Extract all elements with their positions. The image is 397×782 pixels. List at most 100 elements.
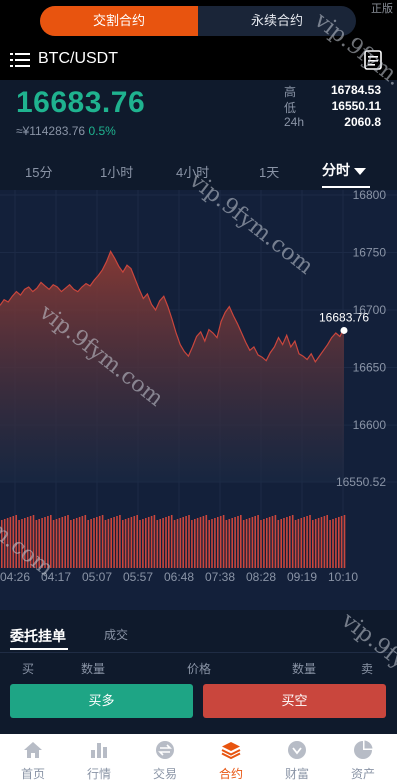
x-tick-label: 10:10 <box>328 570 358 584</box>
volume-bar <box>124 519 127 568</box>
volume-bar <box>297 519 300 568</box>
volume-bar <box>182 517 184 568</box>
volume-bar <box>228 519 231 568</box>
volume-bar <box>217 517 219 568</box>
buy-long-button[interactable]: 买多 <box>10 684 193 718</box>
last-price-dot <box>340 326 348 334</box>
x-tick-label: 05:07 <box>82 570 112 584</box>
y-tick-label: 16550.52 <box>336 475 386 489</box>
tab-interval-15m[interactable]: 15分 <box>25 162 52 181</box>
nav-wealth[interactable]: 财富 <box>264 734 330 782</box>
volume-bar <box>145 518 147 568</box>
tab-trades[interactable]: 成交 <box>104 626 128 643</box>
volume-bar <box>283 518 285 568</box>
volume-bar <box>113 517 115 568</box>
home-icon <box>24 742 42 758</box>
active-tab-indicator <box>322 186 370 188</box>
volume-bar <box>1 520 3 568</box>
high-value: 16784.53 <box>330 83 381 97</box>
tab-interval-1h[interactable]: 1小时 <box>100 162 133 181</box>
volume-bar <box>81 516 84 568</box>
y-tick-label: 16700 <box>353 303 387 317</box>
volume-bar <box>179 518 182 568</box>
volume-bar <box>136 515 138 568</box>
volume-bar <box>35 520 38 568</box>
pie-icon <box>354 740 373 759</box>
volume-bar <box>87 520 89 568</box>
x-tick-label: 05:57 <box>123 570 153 584</box>
volume-bar <box>214 518 216 568</box>
volume-bar <box>191 520 193 568</box>
volume-bar <box>90 519 92 568</box>
volume-bar <box>323 516 326 568</box>
col-price: 价格 <box>187 662 212 676</box>
nav-assets[interactable]: 资产 <box>330 734 396 782</box>
volume-bar <box>162 518 164 568</box>
tab-interval-timeline[interactable]: 分时 <box>322 160 366 180</box>
volume-bar <box>185 516 187 568</box>
volume-bar <box>309 515 311 568</box>
volume-bar <box>9 517 12 568</box>
volume-bar <box>280 519 282 568</box>
volume-bar <box>194 519 196 568</box>
y-tick-label: 16750 <box>353 246 387 260</box>
volume-bar <box>291 515 294 568</box>
last-price: 16683.76 <box>16 86 146 119</box>
volume-bar <box>41 518 43 568</box>
volume-bar <box>50 515 52 568</box>
nav-trade[interactable]: 交易 <box>132 734 198 782</box>
nav-home[interactable]: 首页 <box>0 734 66 782</box>
interval-tabs: 15分 1小时 4小时 1天 分时 <box>0 150 397 190</box>
volume-bar <box>18 520 20 568</box>
tab-open-orders[interactable]: 委托挂单 <box>10 626 66 646</box>
col-sell: 卖 <box>361 662 374 676</box>
nav-market[interactable]: 行情 <box>66 734 132 782</box>
volume-bar <box>101 515 104 568</box>
wallet-icon <box>288 741 306 759</box>
volume-bar <box>32 515 35 568</box>
document-list-icon[interactable] <box>362 49 384 71</box>
caret-down-icon <box>354 167 366 175</box>
tab-delivery-contract[interactable]: 交割合约 <box>40 6 198 36</box>
low-value: 16550.11 <box>331 99 381 113</box>
volume-bar <box>248 518 251 568</box>
tab-interval-4h[interactable]: 4小时 <box>176 162 209 181</box>
volume-bar <box>289 516 291 568</box>
ticker-stats: 高 16784.53 低 16550.11 24h 2060.8 <box>284 83 381 131</box>
price-chart[interactable]: 16683.76 16800 16750 16700 16650 16600 16550.5… <box>0 190 397 610</box>
volume-bar <box>15 515 17 568</box>
tab-interval-1d[interactable]: 1天 <box>259 162 279 181</box>
nav-contract[interactable]: 合约 <box>198 734 264 782</box>
volume-bar <box>277 520 280 568</box>
volume-bar <box>320 517 323 568</box>
tab-perpetual-contract[interactable]: 永续合约 <box>198 6 356 36</box>
volume-bar <box>12 516 15 568</box>
volume-bar <box>96 517 98 568</box>
volume-bar <box>173 520 176 568</box>
volume-bar <box>196 518 199 568</box>
pair-title[interactable]: BTC/USDT <box>38 50 118 68</box>
volume-bar <box>254 516 256 568</box>
x-tick-label: 07:38 <box>205 570 235 584</box>
menu-icon[interactable] <box>10 52 30 68</box>
volume-bar <box>317 518 320 568</box>
volume-bar <box>188 515 190 568</box>
timeline-label: 分时 <box>322 162 350 178</box>
volume-bar <box>168 516 170 568</box>
bottom-nav: 首页 行情 交易 合约 财富 资产 <box>0 734 397 782</box>
pair-header: BTC/USDT <box>0 40 397 80</box>
x-tick-label: 04:26 <box>0 570 30 584</box>
volume-bar <box>222 515 225 568</box>
volume-bar <box>219 516 222 568</box>
volume-bar <box>64 516 66 568</box>
volume-bar <box>340 516 343 568</box>
volume-bar <box>6 518 9 568</box>
volume-bar <box>332 519 334 568</box>
buy-short-button[interactable]: 买空 <box>203 684 386 718</box>
volume-bar <box>286 517 288 568</box>
y-tick-label: 16800 <box>353 190 387 202</box>
volume-bar <box>119 515 121 568</box>
nav-label: 资产 <box>350 767 375 781</box>
volume-bar <box>104 520 107 568</box>
volume-bar <box>294 520 297 568</box>
